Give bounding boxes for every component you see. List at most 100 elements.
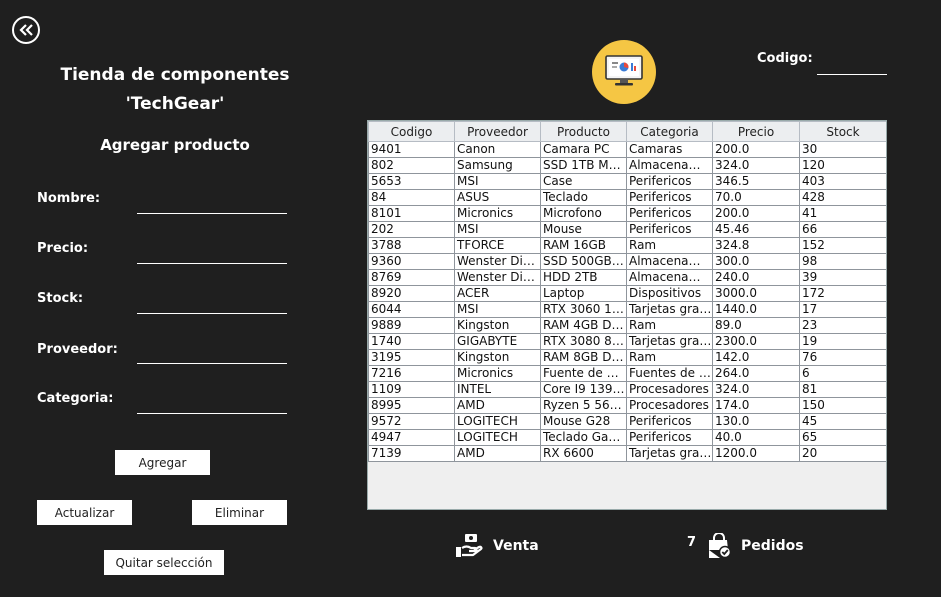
cell-precio: 2300.0 <box>712 333 800 350</box>
table-row[interactable]: 4947 LOGITECH Teclado Gam... Perifericos 40.… <box>368 429 886 446</box>
pedidos-label: Pedidos <box>741 538 804 554</box>
quitar-seleccion-button[interactable]: Quitar selección <box>104 550 224 575</box>
cell-producto: Laptop <box>540 285 627 302</box>
cell-categoria: Perifericos <box>626 221 713 238</box>
cell-stock: 120 <box>799 157 886 174</box>
cell-codigo: 3195 <box>368 349 455 366</box>
table-row[interactable]: 8995 AMD Ryzen 5 5600G Procesadores 174.0 150 <box>368 397 886 414</box>
actualizar-button[interactable]: Actualizar <box>37 500 132 525</box>
form-subtitle: Agregar producto <box>100 136 250 154</box>
nombre-input[interactable] <box>137 197 287 215</box>
cell-proveedor: MSI <box>454 301 541 318</box>
table-row[interactable]: 3788 TFORCE RAM 16GB Ram 324.8 152 <box>368 237 886 254</box>
proveedor-field-wrap <box>137 345 287 365</box>
table-row[interactable]: 7139 AMD RX 6600 Tarjetas grafi... 1200.0 20 <box>368 445 886 462</box>
column-header-categoria[interactable]: Categoria <box>626 121 713 142</box>
cell-categoria: Almacenami... <box>626 253 713 270</box>
cell-precio: 200.0 <box>712 205 800 222</box>
cell-categoria: Camaras <box>626 141 713 158</box>
cell-proveedor: TFORCE <box>454 237 541 254</box>
venta-button[interactable]: Venta <box>455 533 539 559</box>
cell-categoria: Ram <box>626 237 713 254</box>
table-row[interactable]: 9572 LOGITECH Mouse G28 Perifericos 130.0 45 <box>368 413 886 430</box>
table-row[interactable]: 9401 Canon Camara PC Camaras 200.0 30 <box>368 141 886 158</box>
stock-input[interactable] <box>137 297 287 315</box>
cell-proveedor: Wenster Digit... <box>454 269 541 286</box>
column-header-stock[interactable]: Stock <box>799 121 886 142</box>
table-row[interactable]: 84 ASUS Teclado Perifericos 70.0 428 <box>368 189 886 206</box>
venta-label: Venta <box>493 538 539 554</box>
cell-stock: 428 <box>799 189 886 206</box>
cell-proveedor: Samsung <box>454 157 541 174</box>
table-header-row: Codigo Proveedor Producto Categoria Prec… <box>368 121 886 142</box>
column-header-codigo[interactable]: Codigo <box>368 121 455 142</box>
cell-precio: 130.0 <box>712 413 800 430</box>
table-row[interactable]: 202 MSI Mouse Perifericos 45.46 66 <box>368 221 886 238</box>
cell-producto: Mouse <box>540 221 627 238</box>
store-logo <box>592 40 656 104</box>
precio-input[interactable] <box>137 247 287 265</box>
cell-categoria: Perifericos <box>626 189 713 206</box>
shopping-bag-check-icon <box>707 533 731 559</box>
cell-codigo: 9889 <box>368 317 455 334</box>
agregar-button[interactable]: Agregar <box>115 450 210 475</box>
cell-codigo: 6044 <box>368 301 455 318</box>
cell-producto: RAM 16GB <box>540 237 627 254</box>
table-row[interactable]: 7216 Micronics Fuente de 10... Fuentes de p… <box>368 365 886 382</box>
pedidos-count-badge: 7 <box>687 535 697 550</box>
cell-stock: 403 <box>799 173 886 190</box>
cell-stock: 39 <box>799 269 886 286</box>
cell-producto: Fuente de 10... <box>540 365 627 382</box>
cell-stock: 30 <box>799 141 886 158</box>
cell-proveedor: ACER <box>454 285 541 302</box>
nombre-label: Nombre: <box>37 191 101 206</box>
table-row[interactable]: 802 Samsung SSD 1TB MV... Almacenami... 324.… <box>368 157 886 174</box>
cell-stock: 19 <box>799 333 886 350</box>
store-title-line2: 'TechGear' <box>125 94 225 114</box>
cell-producto: HDD 2TB <box>540 269 627 286</box>
table-row[interactable]: 1740 GIGABYTE RTX 3080 8GB Tarjetas grafi..… <box>368 333 886 350</box>
table-row[interactable]: 3195 Kingston RAM 8GB DD... Ram 142.0 76 <box>368 349 886 366</box>
categoria-input[interactable] <box>137 397 287 415</box>
cell-codigo: 84 <box>368 189 455 206</box>
cell-stock: 23 <box>799 317 886 334</box>
table-row[interactable]: 8101 Micronics Microfono Perifericos 200.0 41 <box>368 205 886 222</box>
table-row[interactable]: 9360Wenster Digit...SSD 500GB ...Almacen… <box>368 253 886 270</box>
column-header-producto[interactable]: Producto <box>540 121 627 142</box>
cell-codigo: 9572 <box>368 413 455 430</box>
table-row[interactable]: 8769Wenster Digit...HDD 2TBAlmacenami...… <box>368 269 886 286</box>
cell-producto: RX 6600 <box>540 445 627 462</box>
table-row[interactable]: 9889 Kingston RAM 4GB DD... Ram 89.0 23 <box>368 317 886 334</box>
cell-proveedor: Micronics <box>454 365 541 382</box>
cell-proveedor: AMD <box>454 397 541 414</box>
products-table-container[interactable]: Codigo Proveedor Producto Categoria Prec… <box>367 120 887 510</box>
cell-precio: 45.46 <box>712 221 800 238</box>
table-row[interactable]: 8920 ACER Laptop Dispositivos 3000.0 172 <box>368 285 886 302</box>
cell-codigo: 1109 <box>368 381 455 398</box>
codigo-search-input[interactable] <box>817 59 887 77</box>
table-row[interactable]: 1109 INTEL Core I9 1390... Procesadores 324.… <box>368 381 886 398</box>
cell-categoria: Ram <box>626 317 713 334</box>
table-row[interactable]: 6044 MSI RTX 3060 12... Tarjetas grafi... 14… <box>368 301 886 318</box>
eliminar-button[interactable]: Eliminar <box>192 500 287 525</box>
categoria-label: Categoria: <box>37 391 114 406</box>
cell-producto: Mouse G28 <box>540 413 627 430</box>
cell-producto: RTX 3080 8GB <box>540 333 627 350</box>
cell-precio: 324.0 <box>712 381 800 398</box>
proveedor-input[interactable] <box>137 347 287 365</box>
cell-codigo: 802 <box>368 157 455 174</box>
products-table: Codigo Proveedor Producto Categoria Prec… <box>368 121 886 462</box>
store-title-line1: Tienda de componentes <box>60 65 290 85</box>
column-header-precio[interactable]: Precio <box>712 121 800 142</box>
column-header-proveedor[interactable]: Proveedor <box>454 121 541 142</box>
cell-precio: 1200.0 <box>712 445 800 462</box>
pedidos-button[interactable]: Pedidos <box>707 533 804 559</box>
cell-producto: RAM 8GB DD... <box>540 349 627 366</box>
cell-precio: 142.0 <box>712 349 800 366</box>
cell-precio: 264.0 <box>712 365 800 382</box>
back-button[interactable] <box>12 16 40 44</box>
cell-categoria: Perifericos <box>626 173 713 190</box>
cell-proveedor: AMD <box>454 445 541 462</box>
cell-codigo: 9360 <box>368 253 455 270</box>
table-row[interactable]: 5653 MSI Case Perifericos 346.5 403 <box>368 173 886 190</box>
